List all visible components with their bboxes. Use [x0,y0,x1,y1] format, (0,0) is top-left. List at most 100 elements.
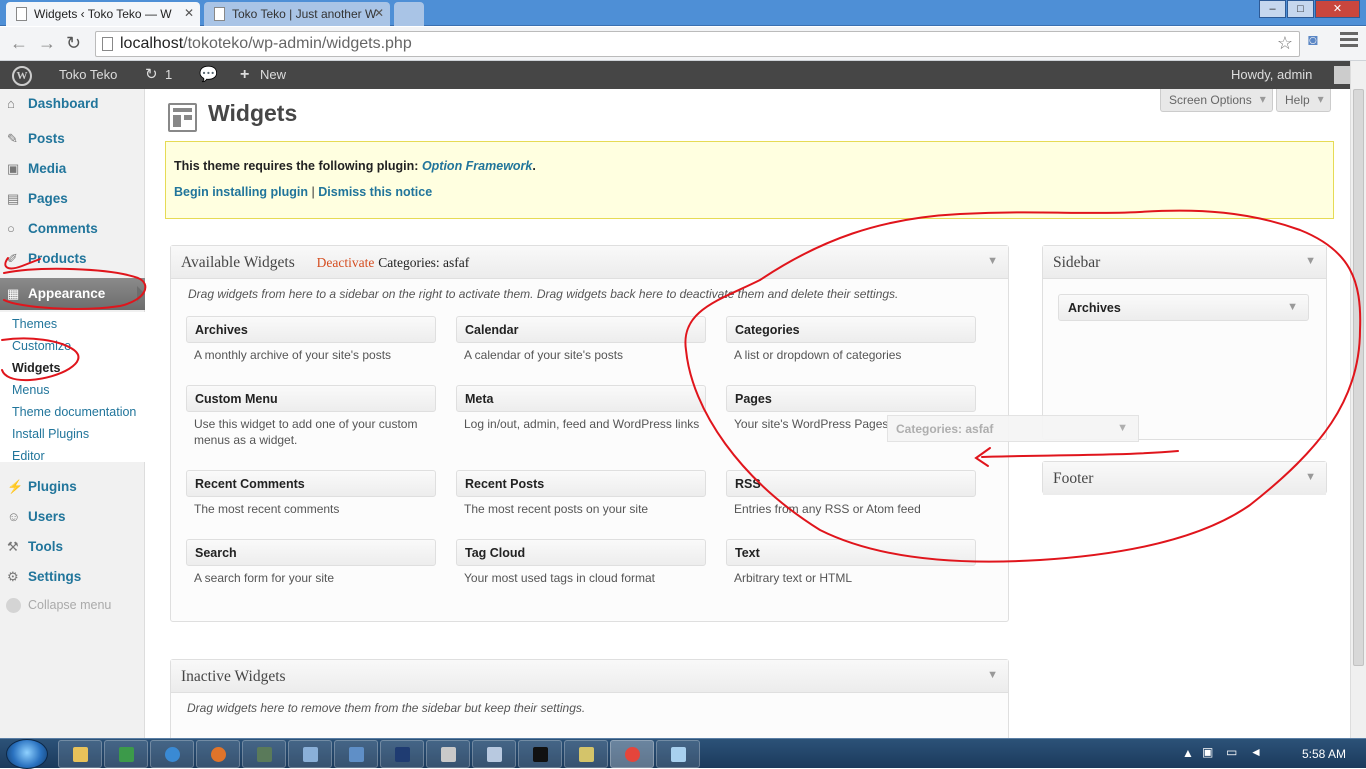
menu-item-products[interactable]: ✐ Products [0,245,145,273]
address-bar[interactable]: localhost/tokoteko/wp-admin/widgets.php … [95,31,1300,57]
toggle-arrow-icon[interactable]: ▼ [1305,471,1316,483]
screen-options-button[interactable]: Screen Options [1160,89,1273,112]
submenu-install-plugins[interactable]: Install Plugins [12,427,89,441]
sidebar-area-header[interactable]: Sidebar ▼ [1043,246,1326,279]
tab-title: Widgets ‹ Toko Teko — W [34,7,172,21]
calculator-taskbar-button[interactable] [426,740,470,768]
comments-bubble-icon[interactable]: 💬 [199,61,218,89]
tray-expand-icon[interactable]: ▲ [1182,746,1194,760]
box-taskbar-button[interactable] [334,740,378,768]
volume-icon[interactable]: ◄ [1250,745,1262,759]
expand-arrow-icon[interactable]: ▼ [1287,301,1298,313]
bookmark-star-icon[interactable]: ☆ [1277,33,1293,54]
site-name-link[interactable]: Toko Teko [59,61,117,89]
inactive-widgets-header[interactable]: Inactive Widgets ▼ [171,660,1008,693]
ie-taskbar-button[interactable] [150,740,194,768]
menu-item-settings[interactable]: ⚙ Settings [0,563,145,591]
reload-icon[interactable]: ↻ [66,33,81,54]
widget-search[interactable]: Search [186,539,436,566]
widget-meta[interactable]: Meta [456,385,706,412]
page-scrollbar[interactable] [1350,61,1366,738]
submenu-menus[interactable]: Menus [12,383,50,397]
menu-item-plugins[interactable]: ⚡ Plugins [0,473,145,501]
widget-custom-menu[interactable]: Custom Menu [186,385,436,412]
widget-rss[interactable]: RSS [726,470,976,497]
toggle-arrow-icon[interactable]: ▼ [1305,255,1316,267]
new-tab-button[interactable] [394,2,424,26]
available-description: Drag widgets from here to a sidebar on t… [188,287,899,301]
menu-item-media[interactable]: ▣ Media [0,155,145,183]
submenu-widgets[interactable]: Widgets [12,361,61,375]
app-taskbar-button[interactable] [104,740,148,768]
firefox-taskbar-button[interactable] [196,740,240,768]
maximize-button[interactable]: □ [1287,0,1314,18]
tools-taskbar-button[interactable] [564,740,608,768]
browser-tab-widgets[interactable]: Widgets ‹ Toko Teko — W ✕ [6,2,200,26]
taskbar-clock[interactable]: 5:58 AM [1302,747,1346,761]
paint-taskbar-button[interactable] [472,740,516,768]
menu-label: Pages [28,191,68,206]
browser-menu-icon[interactable] [1340,32,1358,48]
new-content-link[interactable]: New [260,61,286,89]
notice-message: This theme requires the following plugin… [174,159,419,173]
camera-icon[interactable]: ◙ [1308,32,1318,50]
menu-label: Comments [28,221,98,236]
menu-item-appearance[interactable]: ▦ Appearance [0,278,145,310]
dismiss-notice-link[interactable]: Dismiss this notice [318,185,432,199]
wordpress-logo-icon[interactable]: W [12,66,32,86]
network-icon[interactable]: ▭ [1226,745,1237,759]
browser-tab-site[interactable]: Toko Teko | Just another W ✕ [204,2,390,26]
widget-text[interactable]: Text [726,539,976,566]
sidebar-widget-archives[interactable]: Archives ▼ [1058,294,1309,321]
terminal-taskbar-button[interactable] [242,740,286,768]
close-window-button[interactable]: ✕ [1315,0,1360,18]
toggle-arrow-icon[interactable]: ▼ [987,669,998,681]
menu-item-pages[interactable]: ▤ Pages [0,185,145,213]
submenu-themes[interactable]: Themes [12,317,57,331]
collapse-menu-button[interactable]: Collapse menu [6,598,111,613]
widget-tag-cloud[interactable]: Tag Cloud [456,539,706,566]
available-widgets-header[interactable]: Available Widgets Deactivate Categories:… [171,246,1008,279]
drag-label: Categories: asfaf [896,422,994,436]
widget-recent-comments[interactable]: Recent Comments [186,470,436,497]
explorer-taskbar-button[interactable] [58,740,102,768]
howdy-account-link[interactable]: Howdy, admin [1231,61,1312,89]
cmd-taskbar-button[interactable] [518,740,562,768]
submenu-editor[interactable]: Editor [12,449,45,463]
close-tab-icon[interactable]: ✕ [374,6,384,20]
minimize-button[interactable]: – [1259,0,1286,18]
widget-calendar[interactable]: Calendar [456,316,706,343]
begin-installing-link[interactable]: Begin installing plugin [174,185,308,199]
updates-icon[interactable]: ↻ [145,61,158,89]
widget-desc: A calendar of your site's posts [464,348,624,362]
updates-count[interactable]: 1 [165,61,172,89]
help-button[interactable]: Help [1276,89,1331,112]
submenu-theme-documentation[interactable]: Theme documentation [12,405,136,419]
menu-item-comments[interactable]: ○ Comments [0,215,145,243]
forward-icon[interactable]: → [38,33,56,54]
network-taskbar-button[interactable] [288,740,332,768]
tray-device-icon[interactable]: ▣ [1202,745,1213,759]
photoshop-taskbar-button[interactable] [380,740,424,768]
start-button[interactable] [6,739,48,769]
close-tab-icon[interactable]: ✕ [184,6,194,20]
widget-recent-posts[interactable]: Recent Posts [456,470,706,497]
chrome-taskbar-button[interactable] [610,740,654,768]
scrollbar-thumb[interactable] [1353,89,1364,666]
toggle-arrow-icon[interactable]: ▼ [987,255,998,267]
notepad-taskbar-button[interactable] [656,740,700,768]
menu-item-posts[interactable]: ✎ Posts [0,125,145,153]
menu-item-tools[interactable]: ⚒ Tools [0,533,145,561]
widget-pages[interactable]: Pages [726,385,976,412]
dragging-widget[interactable]: Categories: asfaf ▼ [887,415,1139,442]
menu-item-users[interactable]: ☺ Users [0,503,145,531]
footer-area-header[interactable]: Footer ▼ [1043,462,1326,495]
back-icon[interactable]: ← [10,33,28,54]
submenu-customize[interactable]: Customize [12,339,71,353]
widget-categories[interactable]: Categories [726,316,976,343]
option-framework-link[interactable]: Option Framework [422,159,532,173]
widget-archives[interactable]: Archives [186,316,436,343]
menu-item-dashboard[interactable]: ⌂ Dashboard [0,90,145,118]
plus-icon[interactable]: + [240,61,249,89]
widget-desc: Use this widget to add one of your custo… [194,417,418,447]
